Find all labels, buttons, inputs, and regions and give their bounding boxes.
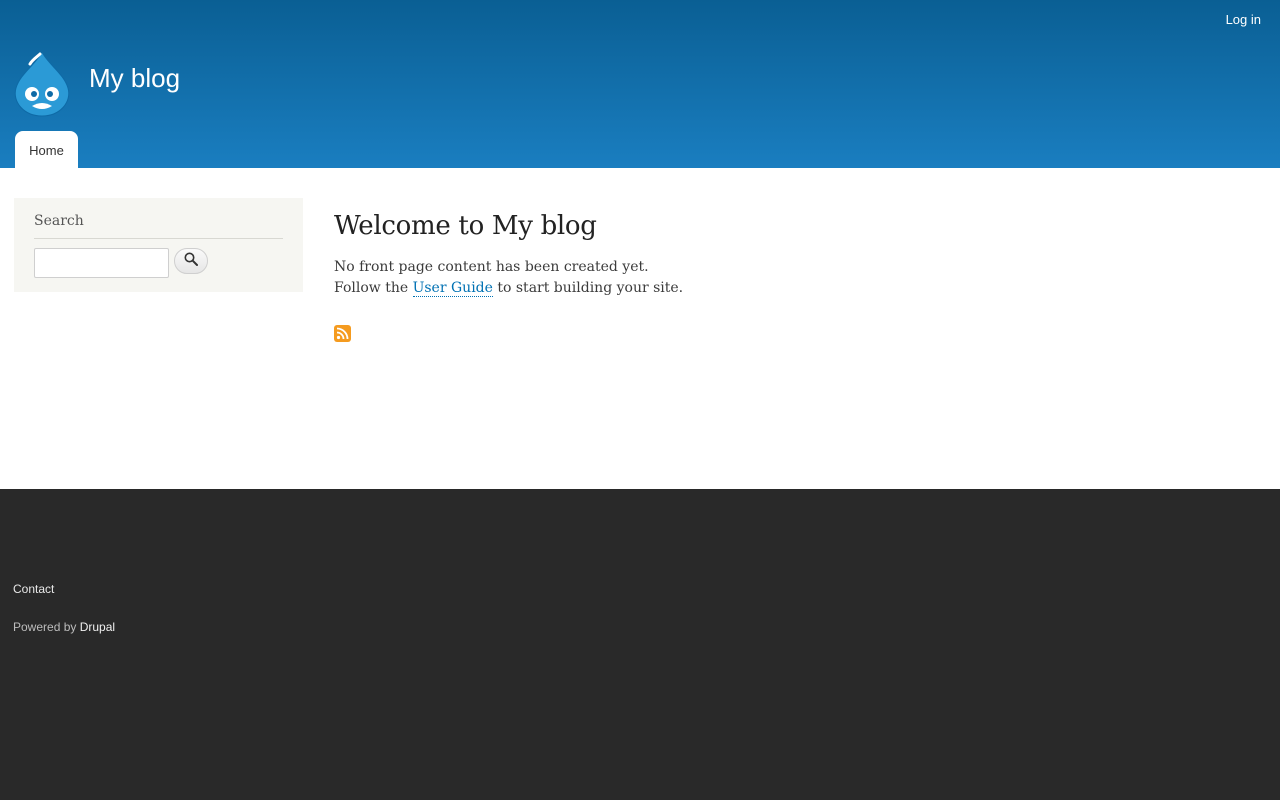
footer-contact-link[interactable]: Contact — [13, 582, 54, 596]
message-suffix: to start building your site. — [492, 280, 684, 296]
drupal-drop-icon[interactable] — [12, 50, 72, 118]
powered-by-prefix: Powered by — [13, 620, 80, 634]
search-icon — [184, 252, 198, 271]
user-guide-message: Follow the User Guide to start building … — [334, 280, 684, 297]
site-footer: Contact Powered by Drupal — [0, 489, 1280, 800]
drupal-link[interactable]: Drupal — [80, 620, 115, 634]
rss-feed-icon[interactable] — [334, 325, 351, 342]
empty-front-page-message: No front page content has been created y… — [334, 259, 649, 275]
main-content-area: Search Welcome to My blog No front page … — [0, 168, 1280, 489]
search-input[interactable] — [34, 248, 169, 278]
search-button[interactable] — [174, 248, 208, 274]
search-block-title: Search — [34, 213, 84, 229]
search-block: Search — [14, 198, 303, 292]
powered-by-text: Powered by Drupal — [13, 620, 115, 634]
block-divider — [34, 238, 283, 239]
site-name-link[interactable]: My blog — [89, 63, 180, 94]
page-title: Welcome to My blog — [334, 211, 597, 241]
site-header: Log in My blog Home — [0, 0, 1280, 168]
message-prefix: Follow the — [334, 280, 413, 296]
user-guide-link[interactable]: User Guide — [412, 280, 493, 297]
tab-home[interactable]: Home — [15, 131, 78, 168]
login-link[interactable]: Log in — [1226, 12, 1261, 27]
